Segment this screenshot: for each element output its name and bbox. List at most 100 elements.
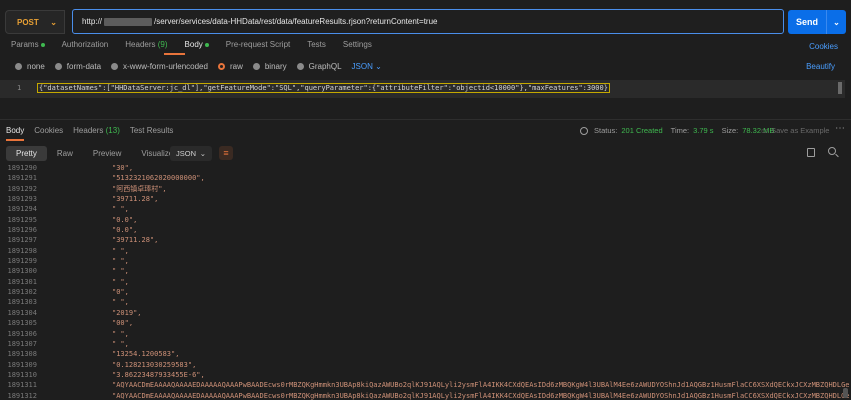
response-line-value: "阿西镇卓琫村", bbox=[112, 184, 167, 193]
response-line-number: 1891301 bbox=[7, 277, 37, 286]
response-line-number: 1891307 bbox=[7, 339, 37, 348]
send-label: Send bbox=[795, 17, 818, 27]
radio-selected-icon bbox=[217, 63, 225, 71]
editor-scrollbar[interactable] bbox=[838, 82, 842, 94]
save-as-example-button[interactable]: ▭ Save as Example bbox=[761, 126, 829, 135]
response-line-value: "0.0", bbox=[112, 215, 138, 224]
response-line-number: 1891297 bbox=[7, 236, 37, 245]
response-status-bar: Status: 201 Created Time: 3.79 s Size: 7… bbox=[580, 126, 774, 135]
url-input[interactable]: http:// /server/services/data-HHData/rest… bbox=[72, 9, 784, 34]
response-line: 1891296 "0.0", bbox=[0, 225, 851, 235]
response-line-value: " ", bbox=[112, 277, 129, 286]
response-format-select[interactable]: JSON ⌄ bbox=[170, 146, 212, 161]
active-response-tab-indicator bbox=[6, 139, 24, 141]
tab-params[interactable]: Params bbox=[11, 40, 45, 49]
tab-prerequest[interactable]: Pre-request Script bbox=[226, 40, 290, 49]
more-options-icon[interactable]: ⋯ bbox=[835, 123, 845, 134]
response-line: 1891299 " ", bbox=[0, 256, 851, 266]
response-line-number: 1891293 bbox=[7, 195, 37, 204]
tab-settings[interactable]: Settings bbox=[343, 40, 372, 49]
response-line-number: 1891295 bbox=[7, 215, 37, 224]
response-line-number: 1891309 bbox=[7, 360, 37, 369]
tab-response-cookies[interactable]: Cookies bbox=[34, 126, 63, 135]
response-line-number: 1891310 bbox=[7, 370, 37, 379]
tab-authorization[interactable]: Authorization bbox=[62, 40, 109, 49]
method-label: POST bbox=[17, 17, 39, 27]
response-line: 1891302 "0", bbox=[0, 287, 851, 297]
tab-response-body[interactable]: Body bbox=[6, 126, 24, 135]
radio-none[interactable]: none bbox=[15, 62, 45, 71]
response-line-number: 1891292 bbox=[7, 184, 37, 193]
redacted-host bbox=[104, 17, 153, 26]
response-line-value: " ", bbox=[112, 267, 129, 276]
response-line: 1891311 "AQYAACDmEAAAAQAAAAEDAAAAAQAAAPwB… bbox=[0, 380, 851, 390]
response-line: 1891305 "00", bbox=[0, 318, 851, 328]
method-select[interactable]: POST ⌄ bbox=[5, 10, 65, 34]
tab-response-headers[interactable]: Headers (13) bbox=[73, 126, 120, 135]
response-line-value: "0", bbox=[112, 288, 129, 297]
response-line-number: 1891308 bbox=[7, 350, 37, 359]
response-line-value: "AQYAACDmEAAAAQAAAAEDAAAAAQAAAPwBAADEcws… bbox=[112, 381, 851, 390]
response-line-value: "AQYAACDmEAAAAQAAAAEDAAAAAQAAAPwBAADEcws… bbox=[112, 391, 851, 400]
response-line-number: 1891302 bbox=[7, 288, 37, 297]
response-line-number: 1891296 bbox=[7, 226, 37, 235]
time-value[interactable]: 3.79 s bbox=[693, 126, 713, 135]
radio-form-data[interactable]: form-data bbox=[54, 62, 101, 71]
response-line: 1891309 "0.128213030259583", bbox=[0, 360, 851, 370]
tab-headers[interactable]: Headers (9) bbox=[125, 40, 167, 49]
response-line: 1891310 "3.86223487933455E-6", bbox=[0, 370, 851, 380]
response-line: 1891301 " ", bbox=[0, 277, 851, 287]
active-dot-icon bbox=[40, 42, 45, 47]
response-line: 1891297 "39711.28", bbox=[0, 235, 851, 245]
cookies-link[interactable]: Cookies bbox=[809, 42, 838, 51]
response-line: 1891300 " ", bbox=[0, 266, 851, 276]
body-format-dropdown[interactable]: JSON ⌄ bbox=[352, 62, 382, 71]
radio-icon bbox=[54, 63, 62, 71]
response-line-value: " ", bbox=[112, 205, 129, 214]
response-line-number: 1891303 bbox=[7, 298, 37, 307]
response-line-number: 1891312 bbox=[7, 391, 37, 400]
radio-raw[interactable]: raw bbox=[217, 62, 243, 71]
response-line-number: 1891291 bbox=[7, 174, 37, 183]
body-type-options: none form-data x-www-form-urlencoded raw… bbox=[15, 62, 382, 71]
tab-raw[interactable]: Raw bbox=[47, 146, 83, 161]
response-line-number: 1891290 bbox=[7, 164, 37, 172]
response-line: 1891291 "5132321062020000000", bbox=[0, 173, 851, 183]
beautify-link[interactable]: Beautify bbox=[806, 62, 835, 71]
chevron-down-icon[interactable]: ⌄ bbox=[827, 18, 846, 27]
tab-test-results[interactable]: Test Results bbox=[130, 126, 174, 135]
response-line-number: 1891306 bbox=[7, 329, 37, 338]
response-line: 1891294 " ", bbox=[0, 204, 851, 214]
tab-body[interactable]: Body bbox=[185, 40, 209, 49]
response-line: 1891298 " ", bbox=[0, 246, 851, 256]
active-tab-indicator bbox=[164, 53, 185, 55]
response-line-number: 1891300 bbox=[7, 267, 37, 276]
response-line-value: "2019", bbox=[112, 308, 142, 317]
request-body-code[interactable]: {"datasetNames":["HHDataServer:jc_dl"],"… bbox=[37, 83, 610, 93]
wrap-lines-icon[interactable]: ≡ bbox=[219, 146, 233, 160]
response-line-value: "39711.28", bbox=[112, 236, 159, 245]
response-line: 1891312 "AQYAACDmEAAAAQAAAAEDAAAAAQAAAPwB… bbox=[0, 391, 851, 400]
response-line-value: "00", bbox=[112, 319, 134, 328]
radio-icon bbox=[111, 63, 119, 71]
url-path: /server/services/data-HHData/rest/data/f… bbox=[154, 17, 438, 26]
tab-tests[interactable]: Tests bbox=[307, 40, 326, 49]
radio-icon bbox=[15, 63, 22, 71]
response-body[interactable]: 1891290 "30", 1891291 "5132321062020000000"… bbox=[0, 163, 851, 400]
copy-icon[interactable] bbox=[807, 148, 815, 157]
send-button[interactable]: Send ⌄ bbox=[788, 10, 846, 34]
line-number: 1 bbox=[17, 84, 22, 92]
active-dot-icon bbox=[204, 42, 209, 47]
radio-graphql[interactable]: GraphQL bbox=[296, 62, 342, 71]
globe-icon[interactable] bbox=[580, 126, 588, 135]
chevron-down-icon: ⌄ bbox=[50, 17, 57, 27]
response-line: 1891293 "39711.28", bbox=[0, 194, 851, 204]
status-value[interactable]: 201 Created bbox=[621, 126, 662, 135]
radio-urlencoded[interactable]: x-www-form-urlencoded bbox=[111, 62, 208, 71]
radio-binary[interactable]: binary bbox=[252, 62, 287, 71]
response-line-number: 1891311 bbox=[7, 381, 37, 390]
tab-preview[interactable]: Preview bbox=[83, 146, 131, 161]
tab-pretty[interactable]: Pretty bbox=[6, 146, 47, 161]
response-scrollbar[interactable] bbox=[843, 388, 848, 398]
divider bbox=[0, 119, 851, 120]
